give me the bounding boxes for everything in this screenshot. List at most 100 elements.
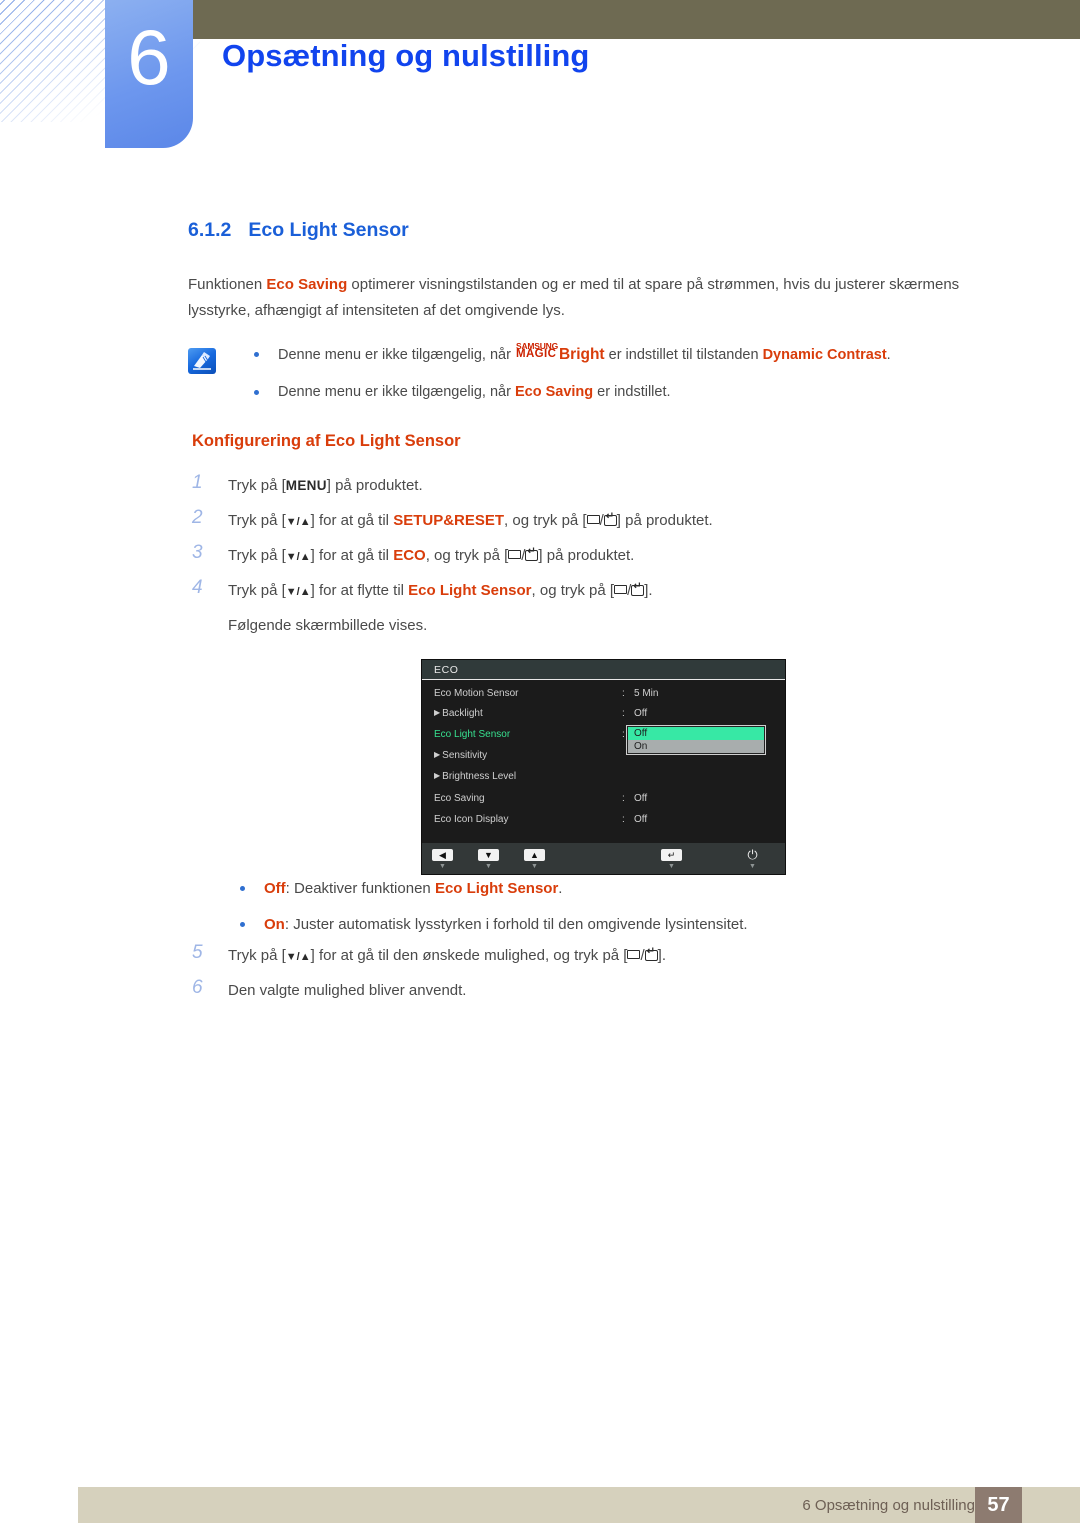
power-icon: ⏻ (747, 847, 758, 862)
osd-label-eco-icon-display: Eco Icon Display (434, 814, 509, 825)
step-5-a: Tryk på [ (228, 947, 286, 964)
osd-row-eco-motion-sensor[interactable]: Eco Motion Sensor : 5 Min (422, 688, 785, 708)
step-4-subtext: Følgende skærmbillede vises. (228, 617, 428, 634)
header-olive-bar (193, 0, 1080, 39)
note-bullet-list: Denne menu er ikke tilgængelig, når SAMS… (240, 341, 1006, 419)
step-3-text: Tryk på [▼/▲] for at gå til ECO, og tryk… (228, 544, 1018, 569)
arrow-keys-icon: ▼/▲ (285, 951, 311, 963)
osd-label-sensitivity: ▶ Sensitivity (434, 750, 487, 761)
osd-button-enter[interactable]: ↵ ▼ (661, 849, 682, 870)
caret-right-icon: ▶ (434, 750, 441, 759)
step-2-number: 2 (192, 507, 203, 528)
step-4-c: , og tryk på [ (531, 582, 615, 599)
step-4-b: ] for at flytte til (310, 582, 409, 599)
option-off-keyword: Off (264, 880, 286, 897)
osd-label-backlight-text: Backlight (442, 708, 483, 719)
down-arrow-icon: ▼ (478, 849, 499, 861)
step-5-d: ]. (657, 947, 666, 964)
osd-tick-0: ▼ (439, 863, 446, 870)
magic-bottom: MAGIC (515, 348, 557, 360)
step-6: 6 Den valgte mulighed bliver anvendt. (188, 977, 1018, 1014)
step-1-b: ] på produktet. (326, 477, 423, 494)
procedure-heading: Konfigurering af Eco Light Sensor (192, 432, 461, 450)
osd-row-eco-light-sensor[interactable]: Eco Light Sensor : Off On (422, 725, 785, 755)
magic-bright-word: Bright (558, 346, 605, 363)
step-3: 3 Tryk på [▼/▲] for at gå til ECO, og tr… (188, 542, 1018, 579)
samsung-magic-logo: SAMSUNG MAGIC (516, 341, 559, 360)
chapter-number: 6 (127, 13, 171, 101)
procedure-steps: 1 Tryk på [MENU] på produktet. 2 Tryk på… (188, 472, 1018, 638)
step-5-b: ] for at gå til den ønskede mulighed, og… (310, 947, 628, 964)
step-5-number: 5 (192, 942, 203, 963)
step-3-c: , og tryk på [ (425, 547, 509, 564)
chapter-title: Opsætning og nulstilling (222, 38, 590, 73)
osd-row-eco-saving[interactable]: Eco Saving : Off (422, 793, 785, 813)
page-footer: 6 Opsætning og nulstilling 57 (78, 1487, 1080, 1523)
note-pen-icon (188, 348, 216, 374)
osd-button-power[interactable]: ⏻ ▼ (742, 847, 763, 870)
section-number: 6.1.2 (188, 219, 232, 241)
section-title: Eco Light Sensor (248, 219, 409, 241)
intro-text-before: Funktionen (188, 276, 267, 293)
note1-pre: Denne menu er ikke tilgængelig, når (278, 347, 515, 363)
osd-colon-6: : (622, 814, 625, 825)
enter-key-icon (603, 511, 617, 526)
osd-row-brightness-level[interactable]: ▶ Brightness Level (422, 771, 785, 791)
rect-key-icon (614, 585, 628, 594)
osd-colon-2: : (622, 729, 625, 740)
arrow-keys-icon: ▼/▲ (285, 586, 311, 598)
step-2-d: ] på produktet. (616, 512, 713, 529)
step-4: 4 Tryk på [▼/▲] for at flytte til Eco Li… (188, 577, 1018, 638)
caret-right-icon: ▶ (434, 771, 441, 780)
step-2-keyword: SETUP&RESET (393, 512, 505, 529)
procedure-steps-after: 5 Tryk på [▼/▲] for at gå til den ønsked… (188, 942, 1018, 1014)
intro-paragraph: Funktionen Eco Saving optimerer visnings… (188, 272, 1006, 324)
osd-row-eco-icon-display[interactable]: Eco Icon Display : Off (422, 814, 785, 834)
osd-value-eco-saving: Off (634, 793, 648, 804)
osd-label-eco-saving: Eco Saving (434, 793, 485, 804)
osd-colon-1: : (622, 708, 625, 719)
arrow-keys-icon: ▼/▲ (285, 516, 311, 528)
section-heading: 6.1.2 Eco Light Sensor (188, 219, 409, 242)
osd-button-left-arrow[interactable]: ◀ ▼ (432, 849, 453, 870)
step-4-d: ]. (644, 582, 653, 599)
osd-value-backlight: Off (634, 708, 648, 719)
step-2-text: Tryk på [▼/▲] for at gå til SETUP&RESET,… (228, 509, 1018, 534)
osd-button-up-arrow[interactable]: ▲ ▼ (524, 849, 545, 870)
osd-tick-1: ▼ (485, 863, 492, 870)
option-on-text: Juster automatisk lysstyrken i forhold t… (293, 916, 748, 933)
enter-key-icon (644, 946, 658, 961)
osd-button-down-arrow[interactable]: ▼ ▼ (478, 849, 499, 870)
step-6-number: 6 (192, 977, 203, 998)
osd-menu-screenshot: ECO Eco Motion Sensor : 5 Min ▶ Backlight… (421, 659, 786, 875)
page-header: 6 Opsætning og nulstilling (0, 0, 1080, 160)
step-2: 2 Tryk på [▼/▲] for at gå til SETUP&RESE… (188, 507, 1018, 544)
osd-button-bar: ◀ ▼ ▼ ▼ ▲ ▼ ↵ ▼ ⏻ ▼ (422, 842, 785, 874)
osd-value-eco-motion-sensor: 5 Min (634, 688, 659, 699)
step-3-b: ] for at gå til (310, 547, 394, 564)
osd-tick-4: ▼ (749, 863, 756, 870)
enter-icon: ↵ (661, 849, 682, 861)
step-4-keyword: Eco Light Sensor (408, 582, 532, 599)
caret-right-icon: ▶ (434, 708, 441, 717)
option-description-list: Off: Deaktiver funktionen Eco Light Sens… (228, 878, 1018, 950)
step-2-a: Tryk på [ (228, 512, 286, 529)
option-off-keyword2: Eco Light Sensor (434, 880, 559, 897)
step-4-a: Tryk på [ (228, 582, 286, 599)
osd-colon-0: : (622, 688, 625, 699)
chapter-number-badge: 6 (105, 0, 193, 148)
osd-option-off[interactable]: Off (628, 727, 764, 740)
step-3-a: Tryk på [ (228, 547, 286, 564)
note1-post: . (886, 347, 891, 363)
osd-label-eco-light-sensor: Eco Light Sensor (434, 729, 511, 740)
step-3-keyword: ECO (393, 547, 426, 564)
osd-label-backlight: ▶ Backlight (434, 708, 483, 719)
rect-key-icon (627, 950, 641, 959)
osd-title-text: ECO (434, 664, 459, 676)
step-1: 1 Tryk på [MENU] på produktet. (188, 472, 1018, 509)
note2-keyword: Eco Saving (514, 384, 594, 400)
osd-row-sensitivity[interactable]: ▶ Sensitivity (422, 750, 785, 770)
left-arrow-icon: ◀ (432, 849, 453, 861)
note-bullet-1: Denne menu er ikke tilgængelig, når SAMS… (240, 341, 1006, 366)
osd-label-eco-motion-sensor: Eco Motion Sensor (434, 688, 519, 699)
